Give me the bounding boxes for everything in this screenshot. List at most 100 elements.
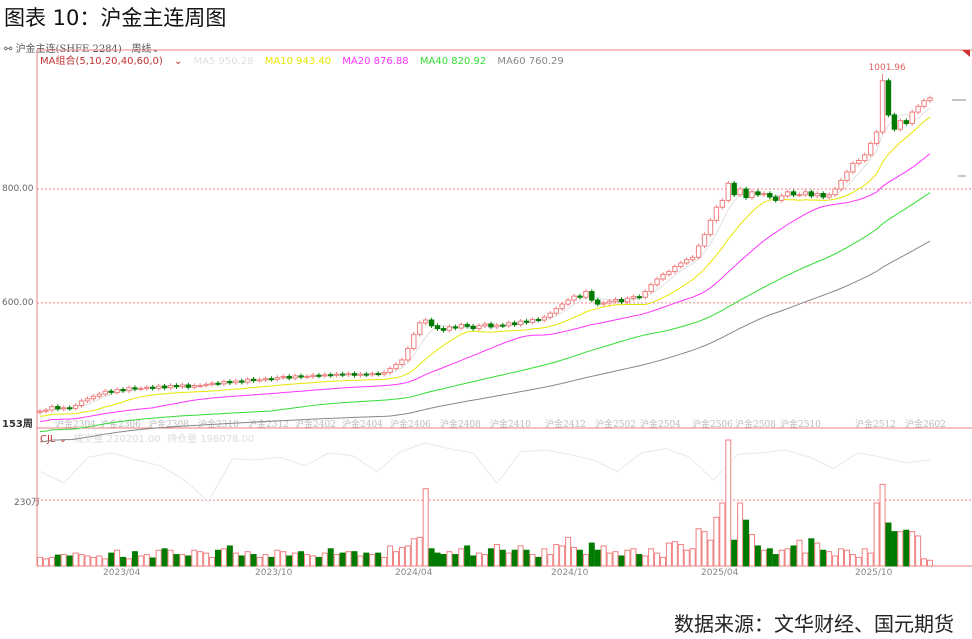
candle-body <box>345 373 352 376</box>
candle-body <box>328 374 334 377</box>
volume-bar <box>72 552 79 567</box>
volume-bar <box>867 552 874 567</box>
volume-bar <box>832 555 839 567</box>
candle-body <box>820 193 826 198</box>
candle-body <box>357 373 364 376</box>
volume-bar <box>464 545 471 567</box>
candle-body <box>778 195 785 201</box>
volume-bar <box>327 548 334 567</box>
candle-body <box>500 324 506 327</box>
candle-body <box>250 378 257 381</box>
volume-bar <box>458 548 465 567</box>
volume-bar <box>351 551 358 567</box>
volume-bar <box>226 545 233 567</box>
candle-body <box>482 323 488 327</box>
candle-body <box>624 297 631 303</box>
volume-bar <box>808 538 815 567</box>
candle-body <box>731 182 737 196</box>
volume-bar <box>505 552 512 567</box>
candle-body <box>523 320 530 323</box>
volume-bar <box>161 548 168 567</box>
candle-body <box>695 245 702 258</box>
volume-bar <box>754 545 761 567</box>
candle-body <box>84 398 91 402</box>
candle-body <box>903 120 909 124</box>
candle-body <box>209 382 215 385</box>
candle-body <box>452 326 459 329</box>
candle-body <box>393 363 399 369</box>
volume-bar <box>879 483 886 567</box>
volume-bar <box>511 549 518 567</box>
candle-body <box>636 296 642 299</box>
candle-body <box>381 371 387 375</box>
candle-body <box>422 319 429 324</box>
candle-body <box>256 379 263 382</box>
volume-bar <box>517 545 524 567</box>
candle-body <box>96 393 103 397</box>
candle-body <box>144 386 150 389</box>
candle-body <box>672 265 678 273</box>
candle-body <box>280 375 286 379</box>
candle-body <box>891 114 898 130</box>
volume-bar <box>897 531 904 567</box>
candle-body <box>185 384 192 388</box>
corner-marker-icon <box>962 50 970 57</box>
volume-bar <box>826 551 833 567</box>
candle-body <box>707 219 714 236</box>
volume-bar <box>630 548 637 567</box>
volume-bar <box>576 549 583 567</box>
candle-body <box>239 380 245 383</box>
volume-bar <box>855 556 862 567</box>
candle-body <box>678 262 684 267</box>
candle-body <box>464 324 470 327</box>
volume-bar <box>790 545 797 567</box>
volume-bar <box>915 535 922 567</box>
volume-bar <box>131 551 138 567</box>
candle-body <box>434 325 441 330</box>
volume-bar <box>671 541 678 567</box>
candle-body <box>488 323 494 328</box>
candle-body <box>873 131 880 144</box>
candle-body <box>654 278 660 286</box>
candle-body <box>399 359 405 365</box>
volume-bar <box>197 551 204 567</box>
candle-body <box>292 375 298 379</box>
candle-body <box>808 191 815 197</box>
candle-body <box>90 395 97 400</box>
volume-bar <box>60 554 67 567</box>
volume-bar <box>802 552 809 567</box>
candle-body <box>150 386 156 389</box>
candle-body <box>856 160 862 164</box>
candle-body <box>126 387 132 392</box>
volume-bar <box>357 555 364 567</box>
candle-body <box>203 383 209 387</box>
volume-bar <box>155 549 162 567</box>
candle-body <box>244 378 251 383</box>
volume-bar <box>654 552 661 567</box>
volume-bar <box>393 551 399 567</box>
volume-bar <box>363 552 370 567</box>
candle-body <box>642 291 648 298</box>
volume-bar <box>66 555 73 567</box>
volume-bar <box>743 519 750 567</box>
ma40-line <box>39 192 931 433</box>
candle-body <box>814 193 820 197</box>
candle-body <box>197 385 203 388</box>
volume-bar <box>861 548 868 567</box>
candle-body <box>215 382 221 385</box>
price-volume-chart[interactable]: 1001.96 <box>0 0 972 600</box>
volume-bar <box>903 529 910 567</box>
volume-bar <box>398 546 405 567</box>
candle-body <box>867 142 874 156</box>
volume-bar <box>565 536 572 567</box>
candle-body <box>494 324 500 328</box>
volume-bar <box>42 558 49 567</box>
candle-body <box>428 319 435 327</box>
volume-bar <box>737 502 744 567</box>
candle-body <box>405 348 411 361</box>
volume-bar <box>428 548 435 567</box>
candle-body <box>618 299 625 303</box>
candle-body <box>304 375 310 378</box>
volume-bar <box>559 545 566 567</box>
volume-bar <box>873 502 880 567</box>
